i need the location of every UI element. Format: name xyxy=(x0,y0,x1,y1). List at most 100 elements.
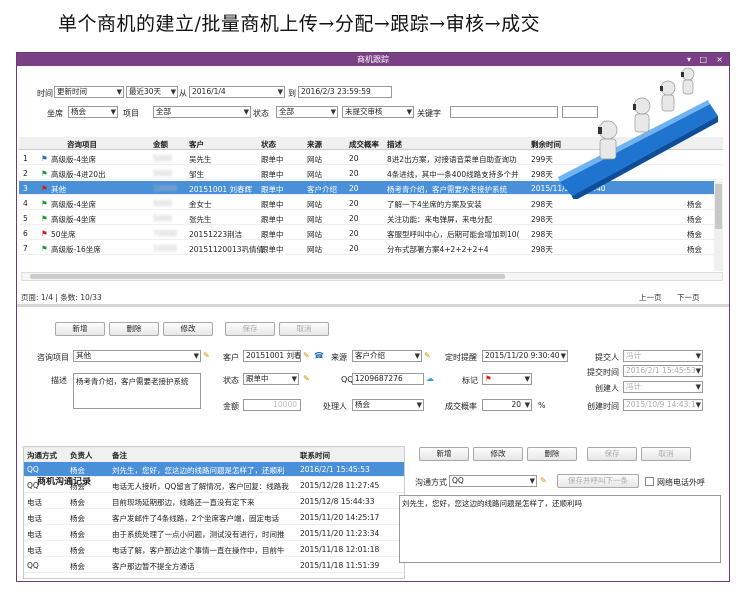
edit-pencil-icon[interactable]: ✎ xyxy=(303,374,312,383)
chevron-down-icon: ▼ xyxy=(116,88,122,96)
cell-amount: 10000 xyxy=(153,184,177,193)
status-select[interactable]: 全部 ▼ xyxy=(276,106,338,118)
from-date-picker[interactable]: 2016/1/4 ▼ xyxy=(189,86,285,98)
red-flag-icon: ⚑ xyxy=(485,374,492,383)
range-select[interactable]: 最近30天 ▼ xyxy=(126,86,178,98)
detail-handler-label: 处理人 xyxy=(323,402,347,411)
cell-desc: 分布式部署方案4+2+2+2+4 xyxy=(387,245,489,254)
save-and-next-button[interactable]: 保存并呼叫下一条 xyxy=(557,474,639,488)
chevron-down-icon: ▼ xyxy=(291,375,297,383)
cell-remain: 298天 xyxy=(531,245,553,254)
list-item[interactable]: 电话 杨会 目前现场延期那边，线路还一直没有定下来 2015/12/8 15:44:3… xyxy=(24,494,404,509)
chevron-down-icon: ▼ xyxy=(243,108,249,116)
edit-pencil-icon[interactable]: ✎ xyxy=(303,351,312,360)
comm-save-button[interactable]: 保存 xyxy=(587,447,637,461)
col-amount: 金额 xyxy=(153,140,168,149)
cell-owner: 杨会 xyxy=(70,562,85,571)
detail-source-select[interactable]: 客户介绍 ▼ xyxy=(352,350,422,362)
detail-status-select[interactable]: 跟单中 ▼ xyxy=(243,373,299,385)
comm-add-button[interactable]: 新增 xyxy=(419,447,469,461)
add-button[interactable]: 新增 xyxy=(55,322,105,336)
submit-time-label: 提交时间 xyxy=(587,368,619,377)
chevron-down-icon: ▼ xyxy=(193,352,199,360)
cell-owner: 杨会 xyxy=(687,200,702,209)
comm-way-select[interactable]: QQ ▼ xyxy=(449,475,537,487)
create-time-value: 2015/10/9 14:43:1 xyxy=(626,400,696,409)
next-page-link[interactable]: 下一页 xyxy=(677,292,700,303)
comm-delete-button[interactable]: 删除 xyxy=(527,447,577,461)
cell-status: 跟单中 xyxy=(261,200,284,209)
project-value: 全部 xyxy=(156,107,171,116)
cell-project: 高级版-16坐席 xyxy=(51,245,101,254)
edit-pencil-icon[interactable]: ✎ xyxy=(424,351,433,360)
cell-no: 4 xyxy=(23,199,28,208)
cell-note: 客户那边暂不提全方通话 xyxy=(112,562,195,571)
panel-divider xyxy=(17,304,729,307)
comm-cancel-button[interactable]: 取消 xyxy=(641,447,691,461)
list-item[interactable]: 电话 杨会 客户发邮件了4条线路，2个坐席客户端，固定电话 2015/11/20 14… xyxy=(24,510,404,525)
save-button[interactable]: 保存 xyxy=(225,322,275,336)
audit-select[interactable]: 未提交审核 ▼ xyxy=(342,106,414,118)
detail-amount-field[interactable]: 10000 xyxy=(243,399,301,411)
cell-no: 6 xyxy=(23,229,28,238)
list-item[interactable]: 电话 杨会 电话了解，客户那边这个事情一直在操作中，目前牛 2015/11/18 12… xyxy=(24,542,404,557)
keyword-input[interactable] xyxy=(450,106,558,118)
scroll-thumb[interactable] xyxy=(30,274,505,279)
list-item[interactable]: 电话 杨会 由于系统处理了一点小问题，测试没有进行，时间推 2015/11/20 11… xyxy=(24,526,404,541)
submitter-select[interactable]: 冯计 ▼ xyxy=(623,350,703,362)
creator-select[interactable]: 冯计 ▼ xyxy=(623,381,703,393)
project-select[interactable]: 全部 ▼ xyxy=(153,106,251,118)
list-item[interactable]: QQ 杨会 客户那边暂不提全方通话 2015/11/18 11:51:39 xyxy=(24,558,404,573)
delete-button[interactable]: 删除 xyxy=(109,322,159,336)
list-item[interactable]: QQ 杨会 刘先生，您好，您这边的线路问题是怎样了，还顺利 2016/2/1 15:4… xyxy=(24,462,404,477)
comm-edit-button[interactable]: 修改 xyxy=(473,447,523,461)
prev-page-link[interactable]: 上一页 xyxy=(639,292,662,303)
table-row[interactable]: ⚑ 6 50坐席 70000 20151223荆洁 跟单中 网站 20 客服型呼叫中心，后期可能… xyxy=(19,226,723,240)
flag-icon: ⚑ xyxy=(41,244,48,252)
cell-no: 7 xyxy=(23,244,28,253)
table-row[interactable]: ⚑ 5 高级版-4坐席 5000 张先生 跟单中 网站 20 关注功能：来电弹屏，来电分配 298… xyxy=(19,211,723,225)
detail-amount-label: 金额 xyxy=(223,402,239,411)
detail-prob-select[interactable]: 20 ▼ xyxy=(482,399,532,411)
to-date-field[interactable]: 2016/2/3 23:59:59 xyxy=(298,86,392,98)
flag-icon: ⚑ xyxy=(41,184,48,192)
detail-desc-label: 描述 xyxy=(51,376,67,385)
detail-desc-textarea[interactable]: 杨考青介绍，客户需要老接护系统 xyxy=(73,373,201,409)
detail-prob-value: 20 xyxy=(511,400,521,409)
detail-mark-select[interactable]: ⚑ ▼ xyxy=(482,373,532,385)
detail-remind-picker[interactable]: 2015/11/20 9:30:40 ▼ xyxy=(482,350,568,362)
edit-button[interactable]: 修改 xyxy=(163,322,213,336)
detail-customer-field[interactable]: 20151001 刘春辉 xyxy=(243,350,301,362)
cancel-button[interactable]: 取消 xyxy=(279,322,329,336)
cell-source: 网站 xyxy=(307,230,322,239)
cell-owner: 杨会 xyxy=(687,215,702,224)
cell-amount: 5000 xyxy=(153,214,173,223)
submit-time-value: 2016/2/1 15:45:53 xyxy=(626,366,696,375)
cell-project: 高级版-4进20出 xyxy=(51,170,106,179)
seat-select[interactable]: 杨会 ▼ xyxy=(68,106,118,118)
cell-time: 2016/2/1 15:45:53 xyxy=(300,465,370,474)
cell-remain: 298天 xyxy=(531,230,553,239)
cell-status: 跟单中 xyxy=(261,245,284,254)
cell-time: 2015/12/28 11:27:45 xyxy=(300,481,380,490)
table-row[interactable]: ⚑ 7 高级版-16坐席 10000 20151120013巩倩倩 跟单中 网站 20 分布式部… xyxy=(19,241,723,255)
chevron-down-icon: ▼ xyxy=(524,375,530,383)
list-item[interactable]: QQ 杨会 电话无人接听，QQ留言了解情况，客户回复：线路我 2015/12/28 1… xyxy=(24,478,404,493)
comm-note-textarea[interactable]: 刘先生，您好，您这边的线路问题是怎样了，还顺利吗 xyxy=(399,495,721,563)
time-type-select[interactable]: 更新时间 ▼ xyxy=(54,86,124,98)
cell-no: 3 xyxy=(23,184,28,193)
detail-project-select[interactable]: 其他 ▼ xyxy=(73,350,201,362)
detail-handler-select[interactable]: 杨会 ▼ xyxy=(352,399,424,411)
qq-cloud-icon[interactable]: ☁ xyxy=(426,374,435,383)
table-hscroll[interactable] xyxy=(21,272,723,281)
detail-qq-field[interactable]: 1209687276 xyxy=(352,373,424,385)
edit-pencil-icon[interactable]: ✎ xyxy=(540,476,549,485)
window-title: 商机跟踪 xyxy=(357,55,389,64)
phone-icon[interactable]: ☎ xyxy=(314,351,324,360)
outbound-checkbox[interactable] xyxy=(645,477,654,486)
chevron-down-icon: ▼ xyxy=(695,383,701,391)
flag-icon: ⚑ xyxy=(41,154,48,162)
cell-owner: 杨会 xyxy=(70,482,85,491)
col-way: 沟通方式 xyxy=(27,451,57,460)
edit-pencil-icon[interactable]: ✎ xyxy=(203,351,212,360)
